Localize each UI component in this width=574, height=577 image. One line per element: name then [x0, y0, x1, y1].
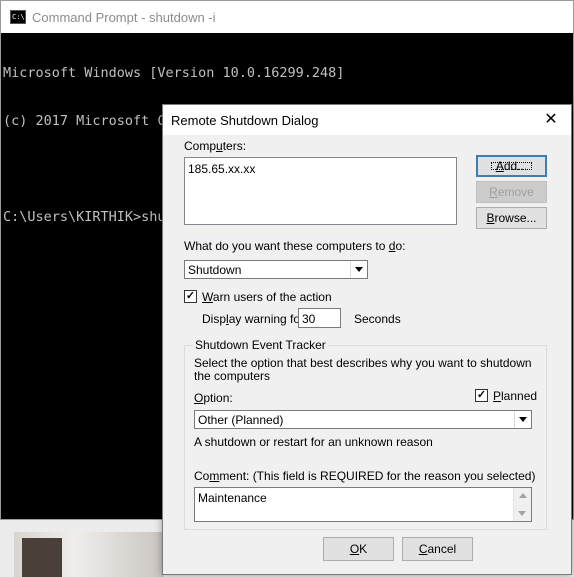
planned-checkbox[interactable]: ✓: [475, 389, 488, 402]
warn-users-label: Warn users of the action: [202, 290, 332, 304]
label-part: Co: [194, 469, 210, 483]
warn-users-checkbox[interactable]: ✓: [184, 290, 197, 303]
dialog-title: Remote Shutdown Dialog: [171, 113, 319, 128]
console-titlebar[interactable]: C:\ Command Prompt - shutdown -i: [1, 1, 573, 33]
planned-label: Planned: [493, 389, 537, 403]
label-accelerator: W: [202, 290, 213, 304]
comment-scrollbar[interactable]: [513, 488, 531, 521]
close-icon[interactable]: ✕: [531, 105, 571, 135]
action-selected-value: Shutdown: [188, 263, 242, 277]
option-description: A shutdown or restart for an unknown rea…: [194, 435, 433, 449]
tracker-title: Shutdown Event Tracker: [193, 338, 328, 352]
chevron-down-icon[interactable]: [350, 261, 367, 278]
add-button[interactable]: Add...: [476, 155, 547, 177]
photo-detail: [22, 538, 62, 577]
label-part: Disp: [202, 312, 227, 326]
comment-label: Comment: (This field is REQUIRED for the…: [194, 469, 535, 483]
remote-shutdown-dialog[interactable]: Remote Shutdown Dialog ✕ Computers: 185.…: [162, 104, 572, 575]
label-accelerator: O: [194, 391, 204, 405]
shutdown-event-tracker-group: Shutdown Event Tracker Select the option…: [184, 338, 547, 530]
comment-textarea[interactable]: Maintenance: [194, 487, 532, 522]
label-accelerator: m: [209, 469, 220, 483]
ok-button[interactable]: OK: [323, 537, 394, 561]
warning-seconds-value: 30: [302, 312, 316, 326]
label-part: rowse...: [494, 211, 537, 225]
dialog-titlebar[interactable]: Remote Shutdown Dialog ✕: [163, 105, 571, 135]
label-accelerator: R: [489, 185, 498, 199]
label-part: ancel: [427, 542, 457, 556]
label-accelerator: A: [495, 159, 504, 173]
label-accelerator: u: [216, 139, 223, 153]
label-accelerator: B: [486, 211, 495, 225]
action-label: What do you want these computers to do:: [184, 239, 405, 253]
remove-button[interactable]: Remove: [476, 181, 547, 203]
label-part: emove: [497, 185, 534, 199]
list-item[interactable]: 185.65.xx.xx: [188, 162, 453, 176]
console-line: Microsoft Windows [Version 10.0.16299.24…: [3, 65, 345, 81]
cmd-icon: C:\: [10, 10, 26, 24]
label-part: arn users of the action: [212, 290, 332, 304]
computers-listbox[interactable]: 185.65.xx.xx: [184, 157, 457, 225]
scroll-down-icon[interactable]: [518, 511, 526, 516]
add-focus: Add...: [488, 159, 535, 173]
cancel-button[interactable]: Cancel: [402, 537, 473, 561]
browse-button[interactable]: Browse...: [476, 207, 547, 229]
label-accelerator: O: [349, 542, 360, 556]
label-part: K: [359, 542, 368, 556]
label-part: ters:: [222, 139, 247, 153]
action-select[interactable]: Shutdown: [184, 260, 368, 279]
label-part: lanned: [501, 389, 538, 403]
computers-label: Computers:: [184, 139, 246, 153]
display-warning-label: Display warning for: [202, 312, 304, 326]
label-part: ption:: [203, 391, 233, 405]
scroll-up-icon[interactable]: [518, 493, 527, 498]
console-title: Command Prompt - shutdown -i: [32, 9, 216, 25]
label-part: ment: (This field is REQUIRED for the re…: [219, 469, 536, 483]
label-part: o:: [395, 239, 406, 253]
tracker-description: Select the option that best describes wh…: [194, 356, 532, 383]
label-part: What do you want these computers to: [184, 239, 389, 253]
warning-seconds-input[interactable]: 30: [298, 308, 341, 328]
seconds-label: Seconds: [354, 312, 401, 326]
label-part: Comp: [184, 139, 217, 153]
chevron-down-icon[interactable]: [514, 411, 531, 428]
option-label: Option:: [194, 391, 233, 405]
option-select[interactable]: Other (Planned): [194, 410, 532, 429]
label-accelerator: P: [493, 389, 502, 403]
option-selected-value: Other (Planned): [198, 413, 284, 427]
comment-value: Maintenance: [198, 491, 267, 505]
label-part: ay warning for: [228, 312, 305, 326]
label-part: dd...: [503, 159, 528, 173]
